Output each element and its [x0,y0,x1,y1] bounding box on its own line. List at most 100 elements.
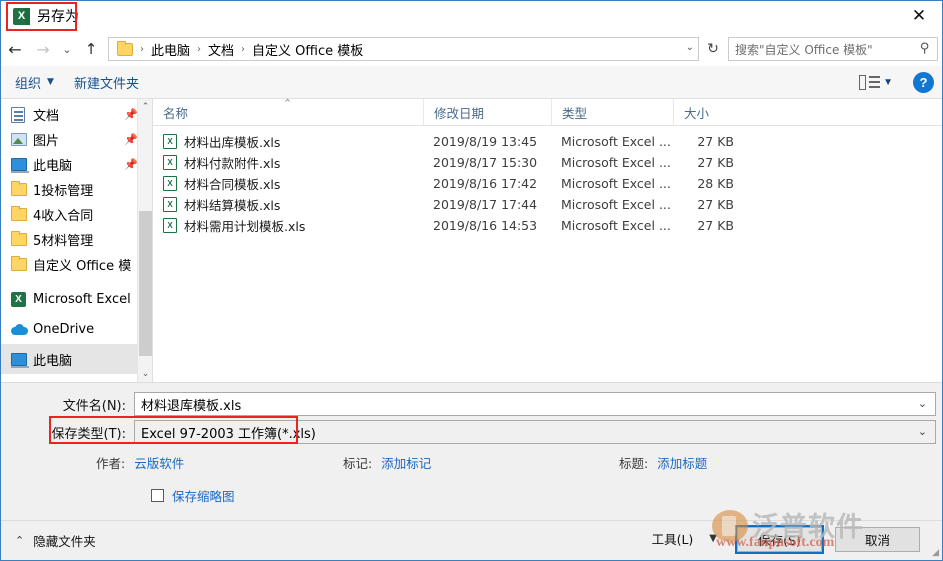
file-type: Microsoft Excel ... [561,218,671,233]
checkbox-box[interactable] [151,489,164,502]
sidebar-item-label: 文档 [33,109,60,124]
sidebar-item-folder-1[interactable]: 1投标管理 [1,177,152,202]
sidebar-item-folder-5[interactable]: 5材料管理 [1,227,152,252]
excel-file-icon: X [163,197,177,212]
excel-file-icon: X [163,218,177,233]
file-name: 材料付款附件.xls [184,156,281,171]
sidebar-item-label: 此电脑 [33,159,73,174]
column-header-name[interactable]: 名称 ⌃ [153,99,423,126]
column-header-date[interactable]: 修改日期 [423,99,551,126]
filename-input[interactable]: 材料退库模板.xls ⌄ [134,392,936,416]
breadcrumb-item-0[interactable]: 此电脑 [148,40,193,59]
save-thumbnail-label: 保存缩略图 [172,489,235,504]
sidebar-item-folder-4[interactable]: 4收入合同 [1,202,152,227]
sidebar-item-label: 图片 [33,134,60,149]
tags-field: 标记: 添加标记 [343,453,431,472]
sidebar-item-onedrive[interactable]: OneDrive [1,314,152,344]
folder-icon [11,256,33,271]
help-icon[interactable]: ? [913,72,934,93]
new-folder-button[interactable]: 新建文件夹 [68,70,145,95]
filename-row: 文件名(N): 材料退库模板.xls ⌄ [1,392,936,416]
recent-locations-icon[interactable]: ⌄ [57,36,77,62]
chevron-down-icon[interactable]: ⌄ [686,42,694,53]
sidebar-item-documents[interactable]: 文档 📌 [1,102,152,127]
breadcrumb-separator: › [241,43,246,55]
tags-label: 标记: [343,456,373,471]
sidebar-item-this-pc-top[interactable]: 此电脑 📌 [1,152,152,177]
table-row[interactable]: X 材料合同模板.xls 2019/8/16 17:42 Microsoft E… [153,173,942,194]
sidebar-scrollbar[interactable]: ⌃ ⌄ [137,99,152,382]
column-header-size[interactable]: 大小 [673,99,751,126]
pin-icon[interactable]: 📌 [124,158,138,171]
pin-icon[interactable]: 📌 [124,108,138,121]
address-bar: ← → ⌄ ↑ › 此电脑 › 文档 › 自定义 Office 模板 ⌄ ↻ 搜… [1,32,942,66]
chevron-down-icon[interactable]: ⌄ [918,397,927,410]
tools-label: 工具(L) [651,532,694,547]
table-row[interactable]: X 材料付款附件.xls 2019/8/17 15:30 Microsoft E… [153,152,942,173]
chevron-down-icon[interactable]: ⌄ [918,425,927,438]
add-title-link[interactable]: 添加标题 [657,453,707,472]
chevron-down-icon: ▼ [883,77,893,88]
hide-folders-label: 隐藏文件夹 [33,534,96,549]
scrollbar-thumb[interactable] [139,211,152,356]
scroll-down-icon[interactable]: ⌄ [138,366,152,382]
sidebar-item-label: 4收入合同 [33,209,94,224]
folder-icon [11,181,33,196]
sidebar-item-partial[interactable] [1,374,152,382]
sidebar-item-microsoft-excel[interactable]: X Microsoft Excel [1,284,152,314]
save-as-dialog: X 另存为 ✕ ← → ⌄ ↑ › 此电脑 › 文档 › 自定义 Office … [0,0,943,561]
file-name-cell: X 材料需用计划模板.xls [153,215,423,236]
file-type: Microsoft Excel ... [561,134,671,149]
scroll-up-icon[interactable]: ⌃ [138,99,152,115]
this-pc-icon [11,352,33,368]
dialog-body: 文档 📌 图片 📌 此电脑 📌 1投标管理 4收入合同 5材料管理 自定义 Of… [1,99,942,382]
breadcrumb-item-2[interactable]: 自定义 Office 模板 [249,40,366,59]
breadcrumb[interactable]: › 此电脑 › 文档 › 自定义 Office 模板 ⌄ [108,37,699,61]
hide-folders-button[interactable]: ⌃ 隐藏文件夹 [15,531,96,550]
sidebar-list: 文档 📌 图片 📌 此电脑 📌 1投标管理 4收入合同 5材料管理 自定义 Of… [1,99,152,382]
file-name-cell: X 材料付款附件.xls [153,152,423,173]
up-icon[interactable]: ↑ [77,36,105,62]
sidebar-item-label: 1投标管理 [33,184,94,199]
sidebar-item-this-pc[interactable]: 此电脑 [1,344,152,374]
sidebar-item-pictures[interactable]: 图片 📌 [1,127,152,152]
search-icon: ⚲ [920,41,930,56]
author-value[interactable]: 云版软件 [134,453,184,472]
resize-grip-icon[interactable]: ◢ [932,548,939,558]
breadcrumb-item-1[interactable]: 文档 [205,40,237,59]
sidebar-item-office-templates[interactable]: 自定义 Office 模 [1,252,152,277]
table-row[interactable]: X 材料需用计划模板.xls 2019/8/16 14:53 Microsoft… [153,215,942,236]
column-header-type[interactable]: 类型 [551,99,673,126]
file-name: 材料合同模板.xls [184,177,281,192]
filename-value: 材料退库模板.xls [141,398,242,414]
folder-icon [11,206,33,221]
filetype-select[interactable]: Excel 97-2003 工作簿(*.xls) ⌄ [134,420,936,444]
title-label: 标题: [619,456,649,471]
breadcrumb-separator: › [140,43,144,55]
pin-icon[interactable]: 📌 [124,133,138,146]
new-folder-label: 新建文件夹 [73,76,139,92]
save-button[interactable]: 保存(S) [735,525,824,554]
save-thumbnail-checkbox[interactable]: 保存缩略图 [151,486,235,505]
toolbar-right-group: ▼ ? [859,66,934,99]
organize-button[interactable]: 组织 ▼ [9,70,60,95]
file-size: 27 KB [697,218,734,233]
close-icon[interactable]: ✕ [896,1,942,31]
chevron-down-icon: ▼ [709,533,717,544]
back-icon[interactable]: ← [1,36,29,62]
author-field: 作者: 云版软件 [96,453,184,472]
file-type: Microsoft Excel ... [561,176,671,191]
forward-icon[interactable]: → [29,36,57,62]
sort-ascending-icon: ⌃ [283,99,293,110]
refresh-icon[interactable]: ↻ [701,37,725,61]
table-row[interactable]: X 材料结算模板.xls 2019/8/17 17:44 Microsoft E… [153,194,942,215]
onedrive-icon [11,323,33,335]
excel-file-icon: X [163,176,177,191]
add-tag-link[interactable]: 添加标记 [381,453,431,472]
table-row[interactable]: X 材料出库模板.xls 2019/8/19 13:45 Microsoft E… [153,131,942,152]
search-input[interactable]: 搜索"自定义 Office 模板" ⚲ [728,37,938,61]
cancel-button[interactable]: 取消 [835,527,920,552]
tools-button[interactable]: 工具(L) ▼ [652,529,717,548]
view-mode-button[interactable]: ▼ [859,75,893,90]
file-name: 材料出库模板.xls [184,135,281,150]
